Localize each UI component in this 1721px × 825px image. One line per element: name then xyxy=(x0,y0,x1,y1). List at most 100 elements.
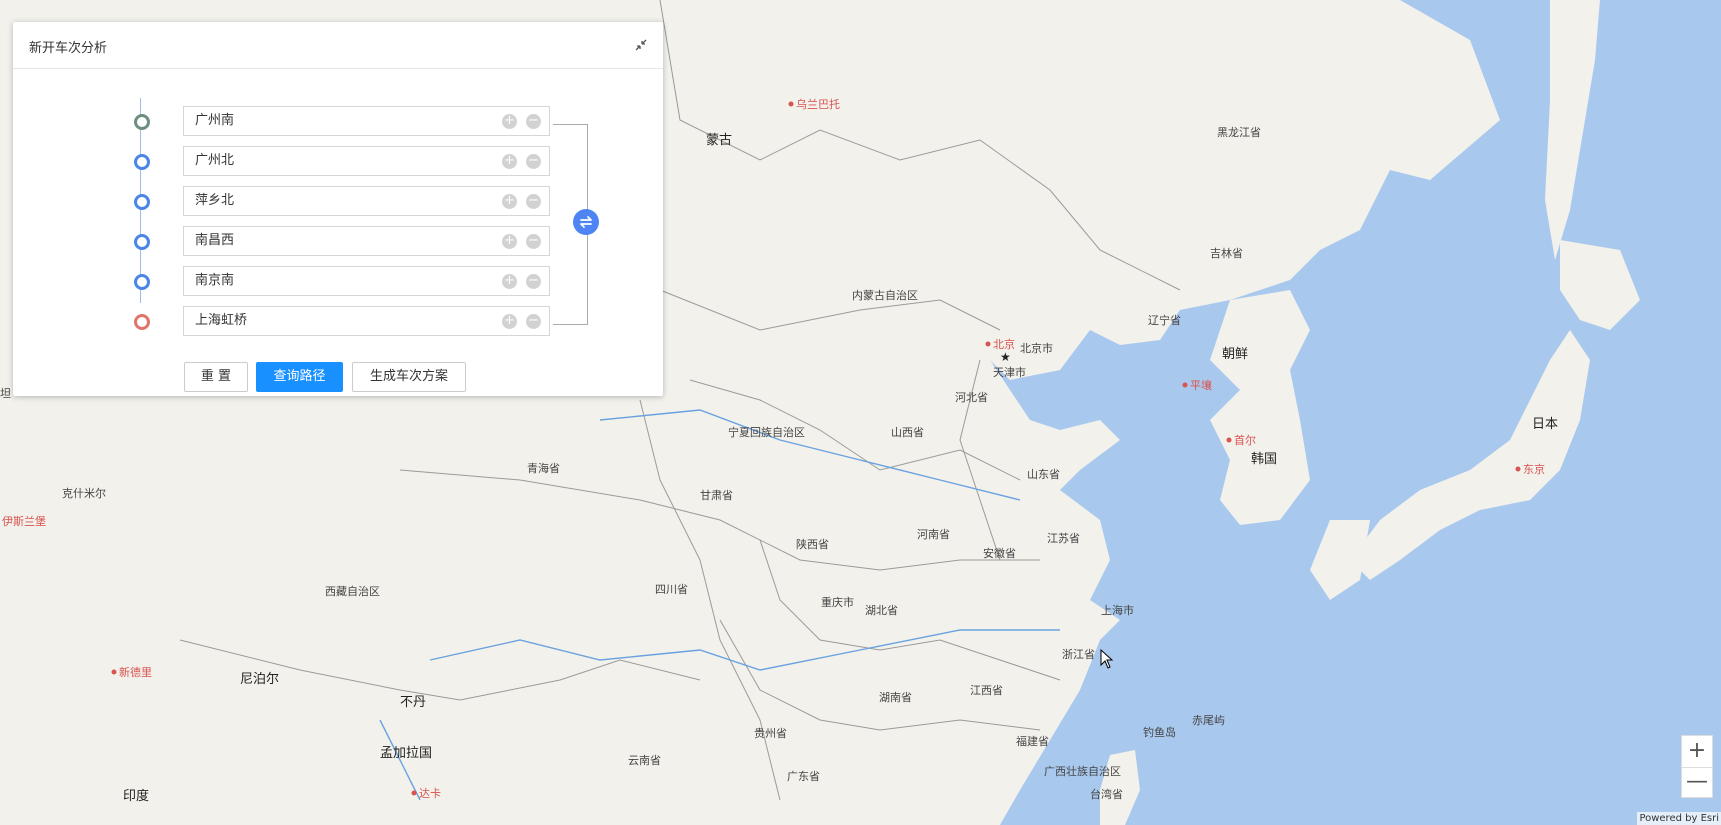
remove-stop-button[interactable]: − xyxy=(526,274,541,289)
korea-landmass xyxy=(1210,290,1310,525)
capital-marker-icon xyxy=(788,101,794,107)
capital-marker-icon xyxy=(111,669,117,675)
map-label: 尼泊尔 xyxy=(240,672,279,687)
stop-input[interactable]: 广州南 xyxy=(183,106,550,136)
map-label: 达卡 xyxy=(419,787,441,800)
map-label: 蒙古 xyxy=(706,133,732,148)
add-stop-button[interactable]: + xyxy=(502,314,517,329)
via-marker-icon xyxy=(134,194,150,210)
map-label: 甘肃省 xyxy=(700,489,733,502)
panel-title: 新开车次分析 xyxy=(29,41,108,56)
end-marker-icon xyxy=(134,314,150,330)
map-label: 河北省 xyxy=(955,391,988,404)
map-label: 黑龙江省 xyxy=(1217,126,1261,139)
map-label: 江西省 xyxy=(970,684,1003,697)
map-label: 辽宁省 xyxy=(1148,313,1181,327)
map-label: 乌兰巴托 xyxy=(796,97,840,111)
capital-marker-icon xyxy=(411,790,417,796)
map-label: 山东省 xyxy=(1027,468,1060,481)
mouse-cursor-icon xyxy=(1100,649,1114,669)
map-label: 青海省 xyxy=(527,461,560,475)
via-marker-icon xyxy=(134,234,150,250)
map-label: 福建省 xyxy=(1016,734,1049,748)
map-label: 孟加拉国 xyxy=(380,746,432,761)
map-label: 天津市 xyxy=(993,365,1026,379)
stop-row-via: 南昌西 + − xyxy=(13,226,663,260)
map-label: 伊斯兰堡 xyxy=(2,514,46,528)
map-label: 新德里 xyxy=(119,665,152,679)
map-label: 日本 xyxy=(1532,417,1558,432)
map-label: 坦 xyxy=(0,386,11,400)
map-label: 朝鲜 xyxy=(1222,347,1248,362)
stop-row-via: 萍乡北 + − xyxy=(13,186,663,220)
stop-input[interactable]: 南京南 xyxy=(183,266,550,296)
route-analysis-panel: 新开车次分析 广州南 + − 广州北 + − 萍乡北 + − 南昌西 + − 南… xyxy=(13,22,663,396)
capital-marker-icon xyxy=(1226,437,1232,443)
map-label: 宁夏回族自治区 xyxy=(728,425,805,439)
add-stop-button[interactable]: + xyxy=(502,154,517,169)
remove-stop-button[interactable]: − xyxy=(526,154,541,169)
add-stop-button[interactable]: + xyxy=(502,194,517,209)
zoom-in-button[interactable]: + xyxy=(1682,736,1712,768)
map-label: 吉林省 xyxy=(1210,246,1243,260)
stop-row-end: 上海虹桥 + − xyxy=(13,306,663,340)
map-label: 内蒙古自治区 xyxy=(852,288,918,302)
map-label: 湖南省 xyxy=(879,691,912,704)
map-label: 贵州省 xyxy=(754,727,787,740)
add-stop-button[interactable]: + xyxy=(502,114,517,129)
map-label: 四川省 xyxy=(655,583,688,596)
add-stop-button[interactable]: + xyxy=(502,274,517,289)
map-label: 平壤 xyxy=(1190,378,1212,392)
query-route-button[interactable]: 查询路径 xyxy=(256,362,343,392)
map-label: 不丹 xyxy=(400,695,426,710)
stop-row-via: 南京南 + − xyxy=(13,266,663,300)
map-label: 山西省 xyxy=(891,426,924,439)
via-marker-icon xyxy=(134,274,150,290)
capital-marker-icon xyxy=(1182,382,1188,388)
generate-plan-button[interactable]: 生成车次方案 xyxy=(352,362,466,392)
panel-header: 新开车次分析 xyxy=(13,22,663,69)
map-attribution: Powered by Esri xyxy=(1637,812,1721,825)
map-label: 克什米尔 xyxy=(62,487,106,500)
capital-marker-icon xyxy=(985,341,991,347)
remove-stop-button[interactable]: − xyxy=(526,194,541,209)
add-stop-button[interactable]: + xyxy=(502,234,517,249)
map-label: 台湾省 xyxy=(1090,787,1123,801)
zoom-out-button[interactable]: — xyxy=(1682,767,1712,798)
map-label: 重庆市 xyxy=(821,595,854,609)
stop-input[interactable]: 广州北 xyxy=(183,146,550,176)
map-label: 首尔 xyxy=(1234,433,1256,447)
map-label: 河南省 xyxy=(917,528,950,541)
map-label: 广东省 xyxy=(787,770,820,783)
reset-button[interactable]: 重 置 xyxy=(184,362,248,392)
remove-stop-button[interactable]: − xyxy=(526,114,541,129)
map-label: 安徽省 xyxy=(983,546,1016,560)
beijing-star-icon: ★ xyxy=(1000,350,1011,364)
start-marker-icon xyxy=(134,114,150,130)
map-label: 广西壮族自治区 xyxy=(1044,764,1121,778)
remove-stop-button[interactable]: − xyxy=(526,314,541,329)
map-label: 钓鱼岛 xyxy=(1143,725,1176,739)
map-label: 印度 xyxy=(123,788,149,804)
via-marker-icon xyxy=(134,154,150,170)
stop-row-via: 广州北 + − xyxy=(13,146,663,180)
stop-input[interactable]: 南昌西 xyxy=(183,226,550,256)
map-label: 江苏省 xyxy=(1047,532,1080,545)
map-label: 北京市 xyxy=(1020,341,1053,355)
map-label: 北京 xyxy=(993,337,1015,351)
map-label: 浙江省 xyxy=(1062,648,1095,661)
map-label: 韩国 xyxy=(1251,452,1277,467)
remove-stop-button[interactable]: − xyxy=(526,234,541,249)
stop-input[interactable]: 萍乡北 xyxy=(183,186,550,216)
stop-row-start: 广州南 + − xyxy=(13,106,663,140)
capital-marker-icon xyxy=(1515,466,1521,472)
map-label: 云南省 xyxy=(628,754,661,767)
collapse-icon[interactable] xyxy=(633,37,649,53)
map-label: 湖北省 xyxy=(865,604,898,617)
map-label: 赤尾屿 xyxy=(1192,714,1225,727)
map-label: 东京 xyxy=(1523,462,1545,476)
stop-input[interactable]: 上海虹桥 xyxy=(183,306,550,336)
map-label: 上海市 xyxy=(1101,603,1134,617)
zoom-control: + — xyxy=(1681,735,1713,798)
map-label: 陕西省 xyxy=(796,537,829,551)
